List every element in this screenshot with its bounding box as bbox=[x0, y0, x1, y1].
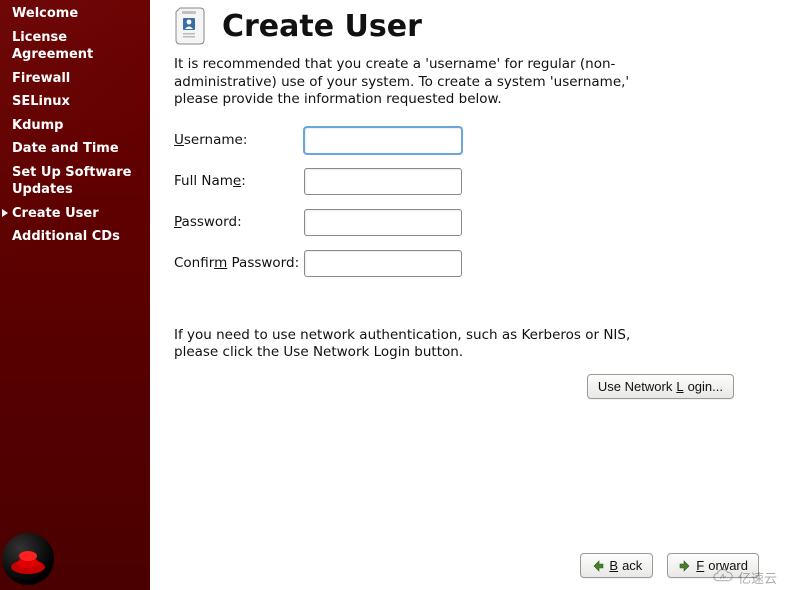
fullname-label: Full Name: bbox=[174, 173, 304, 189]
redhat-logo bbox=[2, 533, 54, 585]
username-input[interactable] bbox=[304, 127, 462, 154]
wizard-nav-buttons: Back Forward bbox=[580, 553, 759, 578]
sidebar-item-label: Kdump bbox=[12, 118, 64, 133]
page-title: Create User bbox=[222, 9, 422, 44]
redhat-hat-icon bbox=[8, 539, 48, 579]
create-user-form: Username: Full Name: Password: Confirm P… bbox=[174, 127, 759, 277]
forward-button[interactable]: Forward bbox=[667, 553, 759, 578]
sidebar-item-create-user[interactable]: Create User bbox=[0, 202, 150, 226]
username-label: Username: bbox=[174, 132, 304, 148]
confirm-password-label: Confirm Password: bbox=[174, 255, 304, 271]
sidebar-item-selinux[interactable]: SELinux bbox=[0, 90, 150, 114]
sidebar-item-label: License Agreement bbox=[12, 30, 93, 63]
use-network-login-button[interactable]: Use Network Login... bbox=[587, 374, 734, 399]
sidebar-item-label: Date and Time bbox=[12, 141, 119, 156]
sidebar-item-label: SELinux bbox=[12, 94, 70, 109]
password-input[interactable] bbox=[304, 209, 462, 236]
arrow-left-icon bbox=[591, 559, 605, 573]
sidebar-item-label: Set Up Software Updates bbox=[12, 165, 131, 198]
page-header: Create User bbox=[174, 6, 759, 46]
sidebar-item-label: Additional CDs bbox=[12, 229, 120, 244]
sidebar-item-additional-cds[interactable]: Additional CDs bbox=[0, 225, 150, 249]
sidebar-item-kdump[interactable]: Kdump bbox=[0, 114, 150, 138]
confirm-password-input[interactable] bbox=[304, 250, 462, 277]
sidebar-item-license-agreement[interactable]: License Agreement bbox=[0, 26, 150, 67]
password-label: Password: bbox=[174, 214, 304, 230]
sidebar: Welcome License Agreement Firewall SELin… bbox=[0, 0, 150, 590]
network-login-row: Use Network Login... bbox=[174, 374, 734, 399]
sidebar-item-firewall[interactable]: Firewall bbox=[0, 67, 150, 91]
sidebar-item-welcome[interactable]: Welcome bbox=[0, 2, 150, 26]
network-auth-text: If you need to use network authenticatio… bbox=[174, 327, 654, 362]
sidebar-item-label: Create User bbox=[12, 206, 99, 221]
main-content: Create User It is recommended that you c… bbox=[150, 0, 787, 590]
back-button[interactable]: Back bbox=[580, 553, 653, 578]
user-page-icon bbox=[174, 6, 212, 46]
fullname-input[interactable] bbox=[304, 168, 462, 195]
arrow-right-icon bbox=[678, 559, 692, 573]
sidebar-item-date-and-time[interactable]: Date and Time bbox=[0, 137, 150, 161]
intro-text: It is recommended that you create a 'use… bbox=[174, 56, 654, 109]
sidebar-item-set-up-software-updates[interactable]: Set Up Software Updates bbox=[0, 161, 150, 202]
sidebar-items: Welcome License Agreement Firewall SELin… bbox=[0, 2, 150, 249]
sidebar-item-label: Welcome bbox=[12, 6, 78, 21]
sidebar-item-label: Firewall bbox=[12, 71, 70, 86]
